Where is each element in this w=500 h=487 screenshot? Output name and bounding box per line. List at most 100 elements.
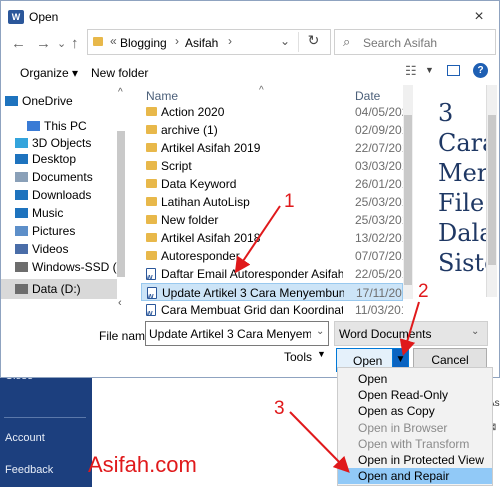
- open-dialog: W Open × ← → ⌄ ↑ « Blogging › Asifah › ⌄…: [0, 0, 500, 378]
- desktop-icon: [15, 154, 28, 164]
- file-row[interactable]: Daftar Email Autoresponder Asifah 2020 22…: [141, 265, 403, 283]
- file-name: Daftar Email Autoresponder Asifah 2020: [161, 267, 343, 281]
- chevron-down-icon[interactable]: ▼: [425, 65, 434, 75]
- drive-icon: [15, 284, 28, 294]
- nav-item-label: Videos: [32, 242, 69, 256]
- menu-item-open[interactable]: Open: [338, 371, 492, 387]
- preview-scrollbar[interactable]: [486, 85, 497, 297]
- scroll-left-icon[interactable]: ‹: [118, 297, 122, 309]
- file-name-input[interactable]: Update Artikel 3 Cara Menyembunyikan ⌄: [145, 321, 329, 346]
- nav-item-label: Pictures: [32, 224, 76, 238]
- file-row[interactable]: Latihan AutoLisp 25/03/201: [141, 193, 403, 211]
- folder-icon: [146, 233, 157, 242]
- tools-button[interactable]: Tools: [284, 350, 312, 364]
- forward-arrow-icon[interactable]: →: [36, 35, 51, 52]
- breadcrumb-separator[interactable]: ›: [228, 34, 232, 48]
- nav-item-label: Music: [32, 206, 64, 220]
- organize-button[interactable]: Organize ▾: [20, 66, 78, 80]
- folder-icon: [146, 143, 157, 152]
- chevron-up-icon[interactable]: ^: [259, 85, 264, 96]
- scroll-thumb[interactable]: [488, 115, 496, 265]
- dialog-title: Open: [29, 10, 59, 24]
- file-date: 25/03/201: [355, 195, 403, 209]
- nav-item-data-d[interactable]: Data (D:): [1, 279, 117, 299]
- address-overflow-icon[interactable]: «: [110, 34, 117, 48]
- chevron-down-icon[interactable]: ⌄: [316, 326, 324, 337]
- file-name-value: Update Artikel 3 Cara Menyembunyikan: [149, 327, 311, 341]
- nav-item-label: Desktop: [32, 152, 77, 166]
- breadcrumb-asifah[interactable]: Asifah: [185, 36, 218, 50]
- nav-item-label: OneDrive: [22, 94, 73, 108]
- file-row[interactable]: Update Artikel 3 Cara Menyembunyikan Fi.…: [141, 283, 403, 301]
- file-date: 25/03/201: [355, 213, 403, 227]
- folder-icon: [146, 107, 157, 116]
- address-bar[interactable]: « Blogging › Asifah › ⌄ ↻: [87, 29, 331, 55]
- menu-item-open-and-repair[interactable]: Open and Repair: [338, 468, 492, 485]
- file-name: Artikel Asifah 2019: [161, 141, 261, 155]
- file-row[interactable]: New folder 25/03/201: [141, 211, 403, 229]
- chevron-down-icon[interactable]: ⌄: [280, 34, 290, 48]
- cube-icon: [15, 138, 28, 148]
- file-date: 04/05/202: [355, 105, 403, 119]
- view-options-icon[interactable]: ☷: [405, 63, 417, 79]
- download-icon: [15, 190, 28, 200]
- file-row[interactable]: Action 2020 04/05/202: [141, 103, 403, 121]
- file-row[interactable]: Artikel Asifah 2019 22/07/201: [141, 139, 403, 157]
- menu-item-open-in-browser: Open in Browser: [358, 420, 448, 435]
- file-date: 22/05/201: [355, 267, 403, 281]
- chevron-up-icon[interactable]: ^: [118, 87, 123, 98]
- chevron-down-icon[interactable]: ⌄: [471, 326, 479, 337]
- menu-item-open-read-only[interactable]: Open Read-Only: [338, 387, 492, 403]
- file-row[interactable]: Cara Membuat Grid dan Koordinat Otoma...…: [141, 301, 403, 319]
- search-placeholder: Search Asifah: [363, 36, 438, 50]
- close-icon[interactable]: ×: [463, 5, 495, 29]
- recent-locations-icon[interactable]: ⌄: [57, 37, 66, 50]
- preview-pane-icon[interactable]: [447, 65, 460, 76]
- folder-icon: [93, 37, 103, 46]
- menu-item-open-in-protected-view[interactable]: Open in Protected View: [338, 452, 492, 468]
- file-name: Latihan AutoLisp: [161, 195, 250, 209]
- up-arrow-icon[interactable]: ↑: [71, 35, 79, 52]
- nav-item-label: Windows-SSD (C: [32, 260, 126, 274]
- file-date: 22/07/201: [355, 141, 403, 155]
- refresh-icon[interactable]: ↻: [298, 32, 328, 52]
- word-document-icon: [146, 304, 156, 319]
- annotation-label-1: 1: [284, 191, 295, 212]
- file-list-scrollbar[interactable]: [403, 85, 413, 299]
- file-name: Artikel Asifah 2018: [161, 231, 261, 245]
- annotation-label-2: 2: [418, 281, 429, 302]
- file-type-select[interactable]: Word Documents ⌄: [334, 321, 488, 346]
- preview-text-line: File: [438, 189, 485, 217]
- file-name: Update Artikel 3 Cara Menyembunyikan Fi.…: [162, 286, 344, 300]
- sidebar-divider: [4, 417, 86, 418]
- word-document-icon: [147, 287, 157, 300]
- file-row[interactable]: Artikel Asifah 2018 13/02/201: [141, 229, 403, 247]
- folder-icon: [146, 161, 157, 170]
- file-date: 11/03/201: [355, 303, 403, 317]
- menu-item-open-with-transform: Open with Transform: [358, 436, 470, 451]
- nav-scrollbar[interactable]: [117, 131, 125, 277]
- file-row[interactable]: Script 03/03/201: [141, 157, 403, 175]
- file-row[interactable]: Autoresponder 07/07/201: [141, 247, 403, 265]
- preview-text-line: 3: [438, 99, 454, 127]
- backstage-feedback-link[interactable]: Feedback: [5, 464, 53, 476]
- search-box[interactable]: ⌕ Search Asifah: [334, 29, 496, 55]
- breadcrumb-blogging[interactable]: Blogging: [120, 36, 167, 50]
- breadcrumb-separator[interactable]: ›: [175, 34, 179, 48]
- annotation-label-3: 3: [274, 398, 285, 419]
- scroll-thumb[interactable]: [404, 115, 412, 285]
- file-name: New folder: [161, 213, 219, 227]
- back-arrow-icon[interactable]: ←: [11, 35, 26, 52]
- help-icon[interactable]: ?: [473, 63, 488, 78]
- file-row[interactable]: archive (1) 02/09/201: [141, 121, 403, 139]
- nav-item-onedrive[interactable]: OneDrive: [1, 91, 126, 111]
- column-header-date[interactable]: Date: [355, 89, 380, 103]
- file-row[interactable]: Data Keyword 26/01/201: [141, 175, 403, 193]
- backstage-account-link[interactable]: Account: [5, 432, 45, 444]
- column-header-name[interactable]: Name: [146, 89, 178, 103]
- menu-item-open-as-copy[interactable]: Open as Copy: [338, 403, 492, 419]
- new-folder-button[interactable]: New folder: [91, 66, 148, 80]
- tools-dropdown-icon[interactable]: ▼: [317, 349, 326, 359]
- file-name: Script: [161, 159, 192, 173]
- video-icon: [15, 244, 28, 254]
